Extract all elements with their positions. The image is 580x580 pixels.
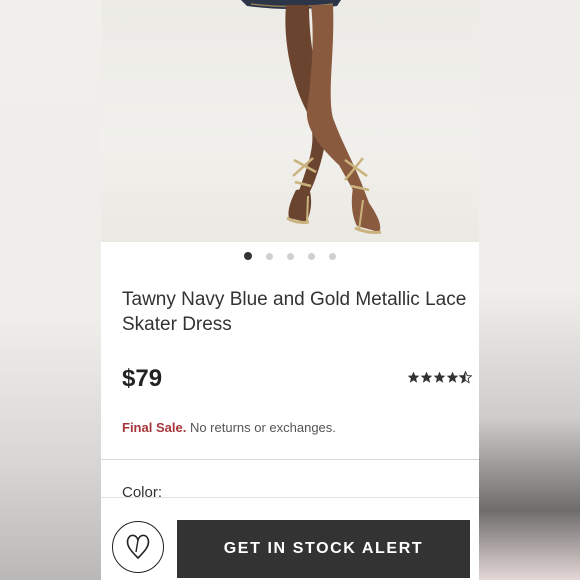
bottom-action-bar: GET IN STOCK ALERT bbox=[101, 497, 479, 580]
star-filled-icon bbox=[420, 371, 433, 383]
divider bbox=[101, 459, 479, 460]
carousel-indicator bbox=[101, 251, 479, 261]
carousel-dot-5[interactable] bbox=[329, 252, 336, 260]
backdrop-left bbox=[0, 0, 101, 580]
final-sale-label: Final Sale. bbox=[122, 420, 187, 435]
carousel-dot-4[interactable] bbox=[308, 252, 315, 260]
backdrop-right bbox=[479, 0, 580, 580]
product-page: Tawny Navy Blue and Gold Metallic Lace S… bbox=[101, 0, 479, 580]
product-price: $79 bbox=[122, 365, 163, 392]
carousel-dot-3[interactable] bbox=[287, 252, 294, 260]
wishlist-button[interactable] bbox=[112, 521, 164, 573]
product-title: Tawny Navy Blue and Gold Metallic Lace S… bbox=[122, 289, 467, 335]
stock-alert-button[interactable]: GET IN STOCK ALERT bbox=[177, 520, 470, 578]
product-image[interactable] bbox=[101, 0, 479, 242]
carousel-dot-1[interactable] bbox=[244, 252, 252, 260]
star-filled-icon bbox=[446, 371, 459, 383]
rating-stars[interactable] bbox=[407, 371, 472, 384]
heart-outline-icon bbox=[126, 534, 150, 560]
product-photo-illustration bbox=[241, 0, 382, 234]
star-filled-icon bbox=[407, 371, 420, 383]
star-filled-icon bbox=[433, 371, 446, 383]
final-sale-text: No returns or exchanges. bbox=[189, 420, 336, 435]
star-half-icon bbox=[459, 371, 472, 384]
carousel-dot-2[interactable] bbox=[266, 252, 273, 260]
final-sale-notice: Final Sale. No returns or exchanges. bbox=[122, 420, 336, 435]
